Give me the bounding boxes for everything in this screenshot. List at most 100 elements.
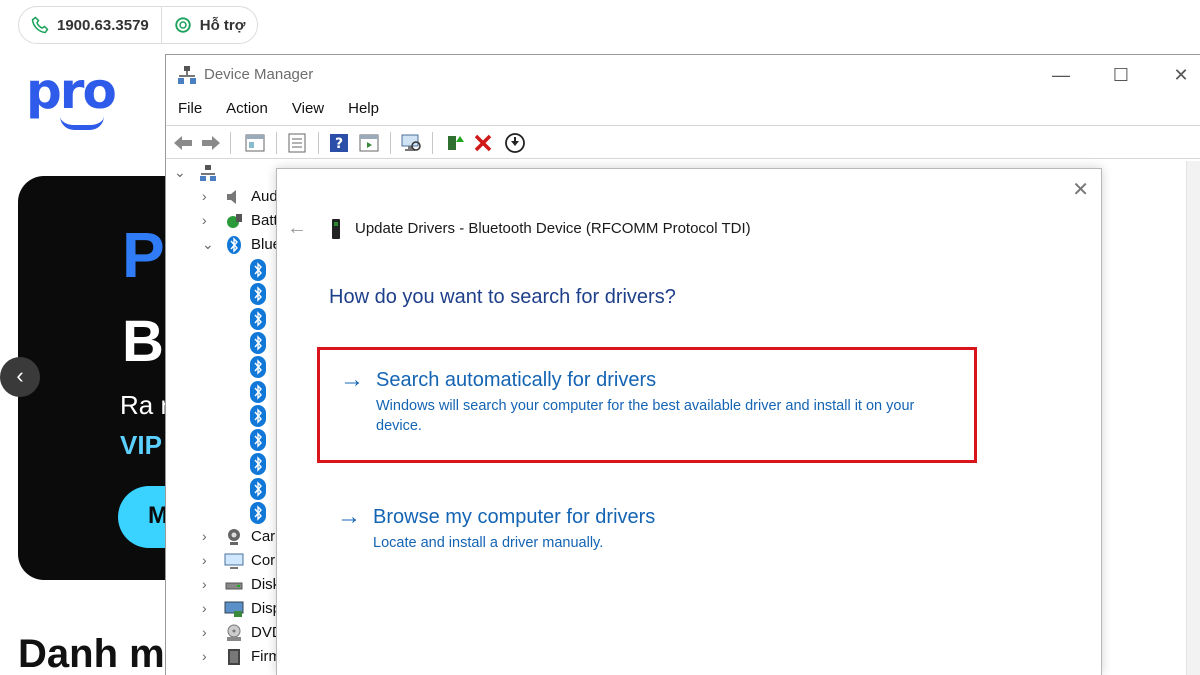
menu-help[interactable]: Help <box>336 97 391 123</box>
dialog-title: Update Drivers - Bluetooth Device (RFCOM… <box>355 220 751 237</box>
bluetooth-icon <box>227 236 241 254</box>
bluetooth-device-icon[interactable] <box>250 356 266 379</box>
minimize-icon: — <box>1052 65 1070 85</box>
bluetooth-device-icon[interactable] <box>250 283 266 306</box>
promo-line-1: P <box>122 219 165 291</box>
vertical-scrollbar[interactable] <box>1186 161 1200 675</box>
titlebar[interactable]: Device Manager — ☐ ✕ <box>166 55 1200 95</box>
option-description: Locate and install a driver manually. <box>373 535 604 551</box>
close-button[interactable]: ✕ <box>1166 63 1196 87</box>
tree-item-label: Blue <box>251 236 278 253</box>
carousel-prev-button[interactable]: ‹ <box>0 357 40 397</box>
tree-item-dvd[interactable]: › DVD <box>166 621 278 645</box>
device-tree: ⌄ › Aud › Batt ⌄ Blue › Car › Cor <box>166 161 278 675</box>
tree-item-label: DVD <box>251 624 278 641</box>
tree-item-audio[interactable]: › Aud <box>166 185 278 209</box>
hotline-number: 1900.63.3579 <box>57 16 149 34</box>
firmware-icon <box>228 649 240 665</box>
tree-item-label: Batt <box>251 212 278 229</box>
chevron-right-icon[interactable]: › <box>202 528 207 544</box>
promo-line-2: B <box>122 309 164 374</box>
chevron-left-icon: ‹ <box>16 363 24 388</box>
chevron-right-icon[interactable]: › <box>202 576 207 592</box>
battery-icon <box>227 214 242 228</box>
chevron-right-icon[interactable]: › <box>202 188 207 204</box>
bluetooth-device-icon[interactable] <box>250 380 266 403</box>
dialog-close-button[interactable]: ✕ <box>1072 177 1089 202</box>
option-title: Browse my computer for drivers <box>373 506 656 528</box>
chevron-right-icon[interactable]: › <box>202 648 207 664</box>
svg-text:?: ? <box>335 136 343 152</box>
tree-item-cameras[interactable]: › Car <box>166 525 278 549</box>
bluetooth-device-icon[interactable] <box>250 477 266 500</box>
site-logo[interactable]: pro <box>26 66 117 116</box>
bluetooth-device-icon[interactable] <box>250 404 266 427</box>
chevron-right-icon[interactable]: › <box>202 212 207 228</box>
promo-banner[interactable]: P B Ra r VIP M <box>18 176 178 580</box>
dvd-drive-icon <box>227 624 241 641</box>
support-label: Hỗ trợ <box>199 16 246 34</box>
bluetooth-device-icon[interactable] <box>250 307 266 330</box>
arrow-right-icon: → <box>337 503 361 530</box>
forward-icon[interactable] <box>200 132 222 154</box>
device-manager-icon <box>178 66 196 84</box>
logo-smile-icon <box>60 116 104 130</box>
bluetooth-device-icon[interactable] <box>250 502 266 524</box>
chevron-down-icon[interactable]: ⌄ <box>174 164 186 181</box>
tree-item-bluetooth[interactable]: ⌄ Blue <box>166 233 278 257</box>
uninstall-device-icon[interactable] <box>472 132 494 154</box>
search-automatically-option[interactable]: → Search automatically for drivers Windo… <box>317 347 977 463</box>
scan-hardware-icon[interactable] <box>400 132 422 154</box>
display-adapter-icon <box>224 601 244 617</box>
chevron-down-icon[interactable]: ⌄ <box>202 236 214 253</box>
option-title: Search automatically for drivers <box>376 369 657 391</box>
tree-item-batteries[interactable]: › Batt <box>166 209 278 233</box>
close-icon: ✕ <box>1173 65 1189 85</box>
tree-item-label: Car <box>251 528 276 545</box>
toolbar: ? <box>166 125 1200 159</box>
tree-item-firmware[interactable]: › Firm <box>166 645 278 669</box>
tree-root[interactable]: ⌄ <box>166 161 278 185</box>
back-icon[interactable] <box>172 132 194 154</box>
download-icon[interactable] <box>504 132 526 154</box>
menu-bar: File Action View Help <box>166 97 391 123</box>
bluetooth-device-icon[interactable] <box>250 259 266 281</box>
chevron-right-icon[interactable]: › <box>202 552 207 568</box>
tree-item-display[interactable]: › Disp <box>166 597 278 621</box>
bluetooth-device-icon[interactable] <box>250 429 266 452</box>
help-icon[interactable]: ? <box>328 132 350 154</box>
menu-action[interactable]: Action <box>214 97 280 123</box>
menu-file[interactable]: File <box>166 97 214 123</box>
menu-view[interactable]: View <box>280 97 336 123</box>
support-icon <box>175 17 191 33</box>
maximize-button[interactable]: ☐ <box>1106 63 1136 87</box>
bluetooth-device-icon[interactable] <box>250 331 266 354</box>
tree-item-label: Disp <box>251 600 278 617</box>
chevron-right-icon[interactable]: › <box>202 624 207 640</box>
disk-drive-icon <box>225 582 243 590</box>
section-heading: Danh m <box>18 632 165 675</box>
hotline-pill[interactable]: 1900.63.3579 <box>19 7 161 43</box>
update-drivers-dialog: ✕ ← Update Drivers - Bluetooth Device (R… <box>276 168 1102 675</box>
chevron-right-icon[interactable]: › <box>202 600 207 616</box>
tree-item-disk[interactable]: › Disk <box>166 573 278 597</box>
maximize-icon: ☐ <box>1112 65 1130 85</box>
tree-item-computer[interactable]: › Cor <box>166 549 278 573</box>
update-driver-icon[interactable] <box>444 132 466 154</box>
show-hide-console-icon[interactable] <box>244 132 266 154</box>
window-title: Device Manager <box>204 66 314 83</box>
action-pane-icon[interactable] <box>358 132 380 154</box>
support-pill[interactable]: Hỗ trợ <box>160 7 258 43</box>
tree-item-label: Disk <box>251 576 278 593</box>
promo-line-3: Ra r <box>120 390 170 420</box>
bluetooth-device-icon[interactable] <box>250 453 266 476</box>
promo-line-4: VIP <box>120 430 162 460</box>
back-arrow-icon[interactable]: ← <box>287 217 307 240</box>
browse-computer-option[interactable]: → Browse my computer for drivers Locate … <box>317 487 977 603</box>
minimize-button[interactable]: — <box>1046 63 1076 87</box>
computer-icon <box>200 165 216 181</box>
arrow-right-icon: → <box>340 366 364 393</box>
site-topbar: 1900.63.3579 Hỗ trợ <box>18 6 259 44</box>
properties-icon[interactable] <box>286 132 308 154</box>
tree-item-label: Firm <box>251 648 278 665</box>
